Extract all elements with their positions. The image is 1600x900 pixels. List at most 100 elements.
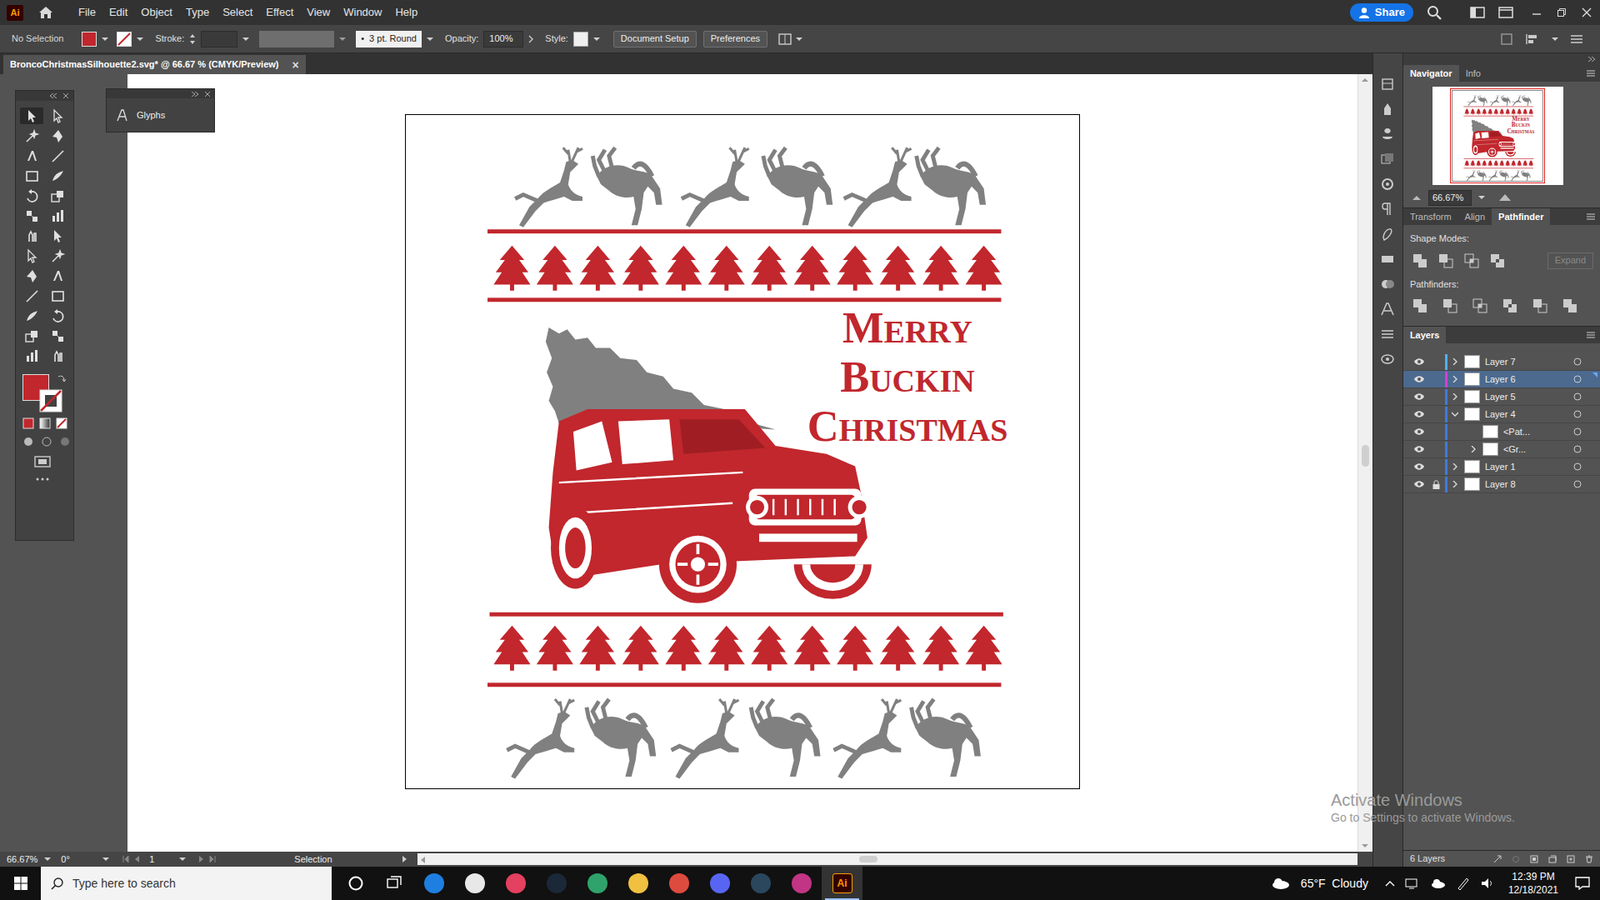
restore-icon[interactable] [1556,7,1567,18]
tool-button[interactable] [46,167,70,185]
navigator-thumbnail[interactable]: MERRYBUCKINCHRISTMAS [1432,86,1564,185]
visibility-toggle[interactable] [1410,427,1428,436]
layer-row[interactable]: Layer 7 [1403,353,1600,371]
dropdown-arrow-icon[interactable] [242,36,250,42]
layer-action-icon[interactable] [1511,855,1520,864]
target-icon[interactable] [1573,392,1582,401]
expand-toggle[interactable] [1465,445,1481,453]
panel-shortcut[interactable] [1380,301,1395,317]
tab-close[interactable]: × [292,59,300,71]
expand-toggle[interactable] [1447,375,1463,383]
visibility-toggle[interactable] [1410,410,1428,419]
pathfinder-button[interactable] [1440,295,1460,316]
panel-tab[interactable]: Transform [1403,208,1459,225]
tool-button[interactable] [46,187,70,205]
pathfinder-button[interactable] [1461,250,1482,271]
swap-icon[interactable] [57,374,66,383]
layer-action-icon[interactable] [1493,855,1502,864]
draw-inside-icon[interactable] [59,435,71,448]
panel-shortcut[interactable] [1380,351,1395,367]
panel-shortcut[interactable] [1380,151,1395,167]
first-artboard-icon[interactable] [122,855,130,863]
share-button[interactable]: Share [1350,3,1414,22]
tool-button[interactable] [46,307,70,325]
expand-arrow-icon[interactable] [528,35,534,44]
cortana-icon[interactable] [347,875,365,892]
tool-button[interactable] [20,307,44,325]
pathfinder-button[interactable] [1560,295,1580,316]
scroll-thumb[interactable] [1361,445,1370,467]
gradient-icon[interactable] [39,417,51,430]
taskbar-app[interactable] [535,866,577,900]
panel-shortcut[interactable] [1380,251,1395,267]
document-tab[interactable]: BroncoChristmasSilhouette2.svg* @ 66.67 … [3,55,306,75]
dropdown-arrow-icon[interactable] [136,36,144,42]
control-button[interactable]: Document Setup [613,30,697,48]
target-icon[interactable] [1573,445,1582,454]
tool-button[interactable] [20,127,44,145]
tool-button[interactable] [20,287,44,305]
scroll-up-icon[interactable] [1361,77,1369,83]
layer-row[interactable]: Layer 6 [1403,370,1600,389]
layer-row[interactable]: Layer 4 [1403,405,1600,424]
layer-row[interactable]: Layer 5 [1403,388,1600,406]
tool-button[interactable] [46,227,70,245]
draw-mode-icon[interactable] [22,435,35,448]
stroke-weight-field[interactable] [200,30,238,48]
layer-row[interactable]: Layer 8 [1403,475,1600,494]
expand-toggle[interactable] [1447,463,1463,470]
dropdown-arrow-icon[interactable] [102,856,110,862]
taskbar-search[interactable]: Type here to search [40,866,332,900]
panel-shortcut[interactable] [1380,76,1395,92]
windows-start-icon[interactable] [14,876,28,890]
layer-row[interactable]: <Pat... [1403,423,1600,441]
taskbar-app[interactable] [699,866,740,900]
tool-button[interactable] [46,107,70,125]
lock-toggle[interactable] [1430,480,1444,490]
visibility-toggle[interactable] [1410,392,1428,401]
network-icon[interactable] [1405,877,1420,890]
spinner-icon[interactable] [189,33,196,45]
minimize-icon[interactable] [1531,7,1542,18]
taskbar-app[interactable] [617,866,659,900]
menu-item[interactable]: Type [179,4,216,21]
show-hidden-icons-icon[interactable] [1385,880,1395,887]
navigator-zoom-field[interactable]: 66.67% [1428,190,1472,206]
panel-tab[interactable]: Info [1459,65,1488,82]
scroll-thumb[interactable] [859,855,878,863]
collapse-icon[interactable] [50,93,57,99]
volume-icon[interactable] [1480,876,1495,890]
tool-button[interactable] [20,147,44,165]
visibility-toggle[interactable] [1410,375,1428,384]
more-tools-icon[interactable] [35,477,50,481]
expand-toggle[interactable] [1447,411,1463,417]
tool-button[interactable] [46,247,70,265]
fill-swatch[interactable] [81,31,97,47]
prev-artboard-icon[interactable] [134,855,140,863]
pathfinder-button[interactable] [1530,295,1550,316]
target-icon[interactable] [1573,462,1582,471]
panel-shortcut[interactable] [1380,276,1395,292]
zoom-in-icon[interactable] [1498,193,1512,202]
tool-button[interactable] [20,247,44,265]
menu-item[interactable]: File [71,4,103,21]
cloud-icon[interactable] [1430,877,1447,890]
dropdown-arrow-icon[interactable] [101,36,109,42]
search-icon[interactable] [1426,5,1442,20]
tool-button[interactable] [46,287,70,305]
pathfinder-button[interactable] [1470,295,1490,316]
color-mode-icon[interactable] [22,417,35,430]
panel-menu-icon[interactable] [1586,331,1595,339]
screen-mode-icon[interactable] [34,455,51,468]
collapse-panels-icon[interactable] [1588,56,1595,62]
panel-tab[interactable]: Navigator [1403,65,1460,82]
target-icon[interactable] [1573,375,1582,384]
taskbar-app[interactable] [454,866,495,900]
panel-shortcut[interactable] [1380,226,1395,242]
layer-action-icon[interactable] [1530,855,1539,864]
style-swatch[interactable] [573,31,589,47]
taskbar-app[interactable] [413,866,455,900]
dropdown-arrow-icon[interactable] [44,856,51,862]
taskbar-app[interactable] [576,866,618,900]
tool-button[interactable] [20,347,44,365]
